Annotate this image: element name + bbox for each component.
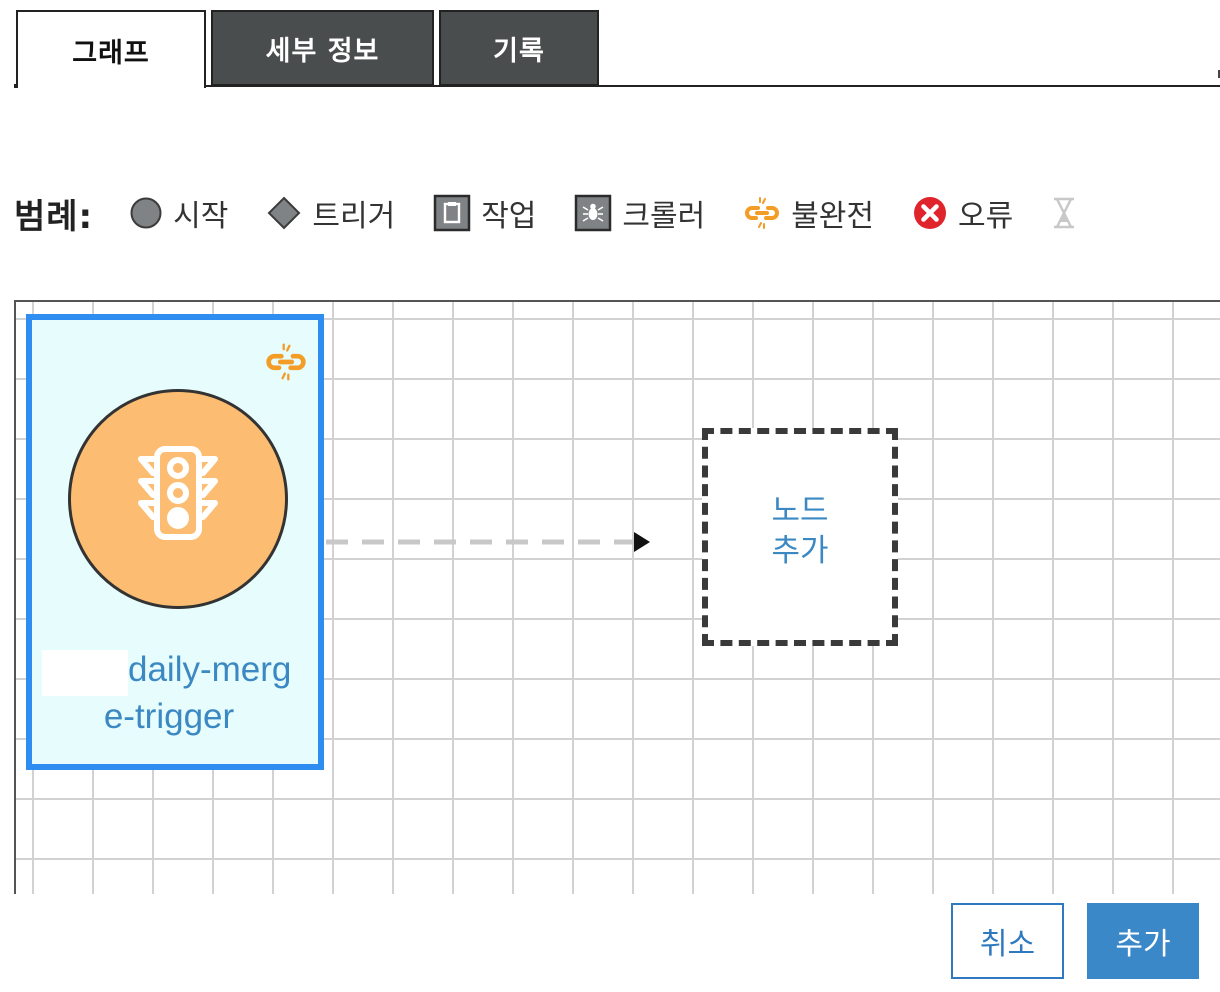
legend-item-start: 시작	[129, 191, 228, 235]
graph-canvas[interactable]: daily-merg e-trigger 노드 추가	[14, 300, 1220, 894]
trigger-node-circle	[68, 389, 288, 609]
tab-details-label: 세부 정보	[265, 35, 380, 67]
legend-title: 범례:	[14, 196, 94, 237]
add-node-label: 노드 추가	[760, 491, 840, 571]
diamond-icon	[266, 195, 302, 231]
broken-link-icon	[743, 196, 781, 230]
trigger-node-name-line2: e-trigger	[103, 697, 235, 736]
legend-label-job: 작업	[481, 199, 537, 234]
legend-label-incomplete: 불완전	[791, 199, 875, 234]
edge-connector	[326, 532, 650, 552]
add-button-label: 추가	[1115, 927, 1171, 962]
crawler-icon	[574, 194, 612, 232]
tab-details[interactable]: 세부 정보	[211, 10, 434, 86]
tab-graph[interactable]: 그래프	[16, 10, 206, 88]
legend-item-incomplete: 불완전	[743, 191, 874, 235]
legend: 범례: 시작 트리거 작업 크롤러 불완전 오류	[14, 185, 1220, 241]
legend-item-trigger: 트리거	[266, 191, 395, 235]
traffic-light-icon	[133, 441, 223, 557]
add-node-label-line1: 노드	[771, 493, 829, 529]
legend-label-crawler: 크롤러	[622, 199, 706, 234]
hourglass-icon	[1051, 196, 1077, 230]
legend-item-hourglass	[1051, 196, 1087, 230]
tab-history[interactable]: 기록	[439, 10, 599, 86]
circle-icon	[129, 196, 163, 230]
tab-graph-label: 그래프	[72, 37, 150, 69]
legend-label-start: 시작	[173, 199, 229, 234]
error-x-icon	[912, 195, 948, 231]
broken-link-icon	[264, 340, 308, 388]
add-button[interactable]: 추가	[1087, 903, 1199, 979]
legend-item-job: 작업	[433, 191, 536, 235]
cancel-button[interactable]: 취소	[951, 903, 1064, 979]
trigger-node[interactable]: daily-merg e-trigger	[26, 314, 324, 770]
legend-item-error: 오류	[912, 191, 1013, 235]
tab-bar: 그래프 세부 정보 기록	[14, 10, 1220, 88]
tab-history-label: 기록	[493, 35, 545, 67]
trigger-node-name: daily-merg e-trigger	[32, 646, 318, 740]
trigger-node-name-line1: daily-merg	[128, 650, 292, 689]
add-node-button[interactable]: 노드 추가	[702, 428, 898, 646]
legend-label-error: 오류	[958, 199, 1014, 234]
clipboard-icon	[433, 194, 471, 232]
legend-item-crawler: 크롤러	[574, 191, 705, 235]
cancel-button-label: 취소	[979, 927, 1036, 962]
legend-label-trigger: 트리거	[312, 199, 396, 234]
add-node-label-line2: 추가	[771, 533, 829, 569]
